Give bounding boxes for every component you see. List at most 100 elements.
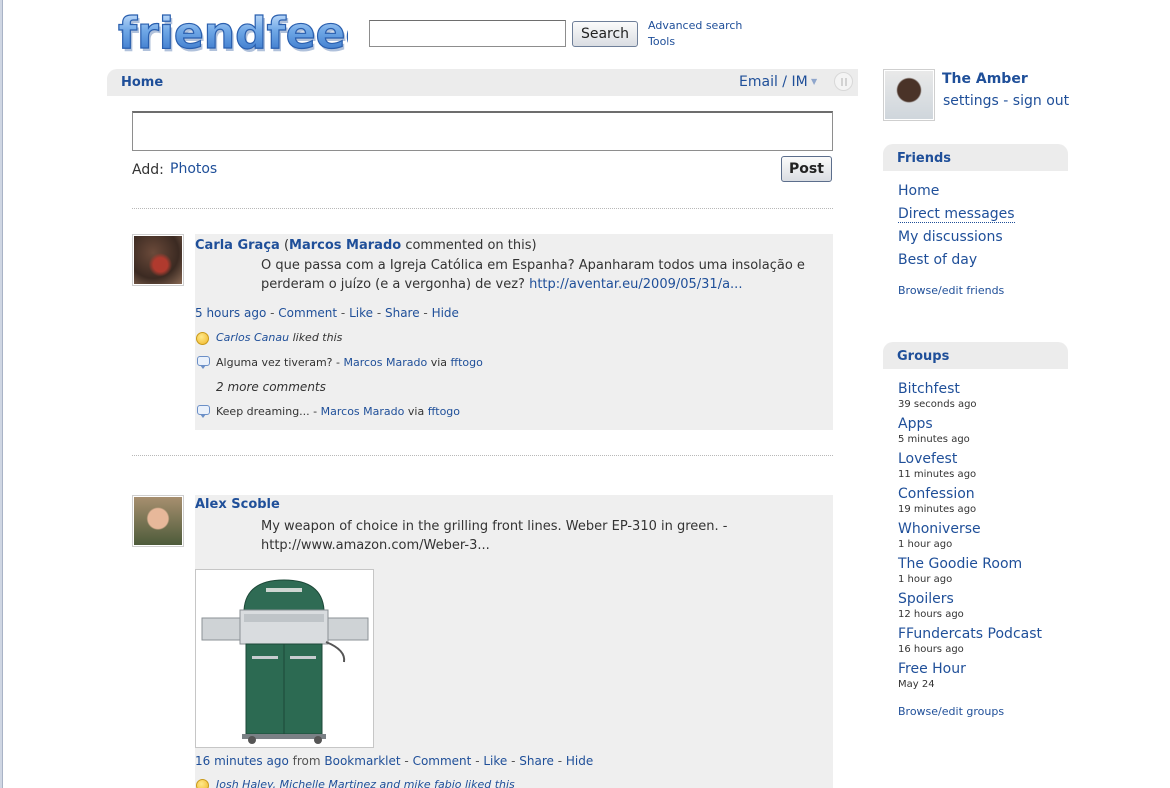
group-time: 5 minutes ago <box>898 434 970 445</box>
commented-text: commented on this) <box>405 238 537 253</box>
sep: - <box>998 93 1013 109</box>
entry-header: Carla Graça (Marcos Marado commented on … <box>195 236 537 255</box>
source-link[interactable]: Bookmarklet <box>324 754 400 768</box>
svg-text:friendfeed: friendfeed <box>118 8 348 59</box>
group-link[interactable]: The Goodie Room <box>898 556 1022 572</box>
friends-home-link[interactable]: Home <box>898 183 939 199</box>
group-link[interactable]: Apps <box>898 416 933 432</box>
group-link[interactable]: FFundercats Podcast <box>898 626 1042 642</box>
comment-bubble-icon <box>197 356 210 369</box>
liker-link[interactable]: Carlos Canau <box>216 331 289 344</box>
likes-line: Josh Haley, Michelle Martinez and mike f… <box>216 778 515 788</box>
grill-photo-thumbnail[interactable] <box>195 569 374 748</box>
divider <box>132 208 833 209</box>
avatar[interactable] <box>132 234 184 286</box>
comment-source-link[interactable]: fftogo <box>428 405 460 418</box>
friendfeed-logo[interactable]: friendfeed friendfeed <box>116 6 348 62</box>
entry-meta: 16 minutes ago from Bookmarklet - Commen… <box>195 754 593 768</box>
commenter-link[interactable]: Marcos Marado <box>289 238 401 253</box>
settings-link[interactable]: settings <box>943 93 999 109</box>
comment-bubble-icon <box>197 405 210 418</box>
entry-url-link[interactable]: http://www.amazon.com/Weber-3... <box>261 536 490 555</box>
comment-link[interactable]: Comment <box>413 754 472 768</box>
browse-friends-link[interactable]: Browse/edit friends <box>898 284 1004 297</box>
group-link[interactable]: Spoilers <box>898 591 954 607</box>
search-input[interactable] <box>369 20 566 47</box>
entry-text-line1: My weapon of choice in the grilling fron… <box>261 519 728 534</box>
like-link[interactable]: Like <box>483 754 507 768</box>
timestamp-link[interactable]: 16 minutes ago <box>195 754 289 768</box>
grill-image <box>196 570 373 747</box>
group-link[interactable]: Confession <box>898 486 975 502</box>
profile-avatar[interactable] <box>883 69 935 121</box>
pause-icon[interactable] <box>834 72 853 91</box>
entry-text: perderam o juízo (e a vergonha) de vez? <box>261 277 525 292</box>
entry-meta: 5 hours ago - Comment - Like - Share - H… <box>195 306 459 320</box>
via-label: via <box>407 405 425 418</box>
comment-text: Keep dreaming... - <box>216 405 318 418</box>
likes-line: Carlos Canau liked this <box>216 331 342 344</box>
profile-name-link[interactable]: The Amber <box>942 71 1028 87</box>
sep: - <box>419 306 432 320</box>
group-time: 16 hours ago <box>898 644 964 655</box>
home-tab[interactable]: Home <box>121 75 163 90</box>
email-im-link[interactable]: Email / IM <box>739 74 808 90</box>
group-link[interactable]: Bitchfest <box>898 381 960 397</box>
sign-out-link[interactable]: sign out <box>1013 93 1069 109</box>
add-photos-link[interactable]: Photos <box>170 161 217 177</box>
entry-url-link[interactable]: http://aventar.eu/2009/05/31/a... <box>529 277 742 292</box>
avatar-photo <box>134 236 182 284</box>
likes-suffix: liked this <box>292 331 343 344</box>
sep: - <box>471 754 484 768</box>
group-link[interactable]: Whoniverse <box>898 521 981 537</box>
author-link[interactable]: Alex Scoble <box>195 497 280 512</box>
post-button[interactable]: Post <box>781 156 832 182</box>
avatar[interactable] <box>132 495 184 547</box>
comment-author-link[interactable]: Marcos Marado <box>321 405 405 418</box>
hide-link[interactable]: Hide <box>566 754 593 768</box>
my-discussions-link[interactable]: My discussions <box>898 229 1003 245</box>
share-link[interactable]: Share <box>385 306 420 320</box>
smiley-icon <box>196 779 209 788</box>
group-time: 19 minutes ago <box>898 504 977 515</box>
like-link[interactable]: Like <box>349 306 373 320</box>
sep: - <box>337 306 350 320</box>
profile-photo <box>885 71 933 119</box>
direct-messages-link[interactable]: Direct messages <box>898 206 1015 223</box>
via-label: via <box>430 356 448 369</box>
search-button[interactable]: Search <box>572 21 638 47</box>
best-of-day-link[interactable]: Best of day <box>898 252 977 268</box>
tools-link[interactable]: Tools <box>648 35 675 48</box>
chevron-down-icon[interactable]: ▼ <box>811 77 817 86</box>
group-time: May 24 <box>898 679 935 690</box>
entry-text-line1: O que passa com a Igreja Católica em Esp… <box>261 258 805 273</box>
sep: - <box>266 306 279 320</box>
sep: - <box>553 754 566 768</box>
sep: - <box>373 306 385 320</box>
share-link[interactable]: Share <box>519 754 554 768</box>
friends-header: Friends <box>883 144 1068 171</box>
comment-link[interactable]: Comment <box>278 306 337 320</box>
comment-text: Alguma vez tiveram? - <box>216 356 340 369</box>
browse-groups-link[interactable]: Browse/edit groups <box>898 705 1004 718</box>
group-time: 11 minutes ago <box>898 469 977 480</box>
group-time: 1 hour ago <box>898 574 953 585</box>
author-link[interactable]: Carla Graça <box>195 238 280 253</box>
comment: Keep dreaming... - Marcos Marado via fft… <box>216 405 460 418</box>
more-comments-link[interactable]: 2 more comments <box>216 380 326 394</box>
share-textarea[interactable] <box>132 111 833 151</box>
timestamp-link[interactable]: 5 hours ago <box>195 306 266 320</box>
hide-link[interactable]: Hide <box>432 306 459 320</box>
group-link[interactable]: Free Hour <box>898 661 966 677</box>
entry-text-line2: perderam o juízo (e a vergonha) de vez? … <box>261 275 742 294</box>
divider <box>132 455 833 456</box>
group-link[interactable]: Lovefest <box>898 451 957 467</box>
add-label: Add: <box>132 162 164 178</box>
group-time: 39 seconds ago <box>898 399 977 410</box>
sep: - <box>507 754 520 768</box>
smiley-icon <box>196 332 209 345</box>
from-label: from <box>292 754 321 768</box>
comment-author-link[interactable]: Marcos Marado <box>343 356 427 369</box>
advanced-search-link[interactable]: Advanced search <box>648 19 742 32</box>
comment-source-link[interactable]: fftogo <box>451 356 483 369</box>
